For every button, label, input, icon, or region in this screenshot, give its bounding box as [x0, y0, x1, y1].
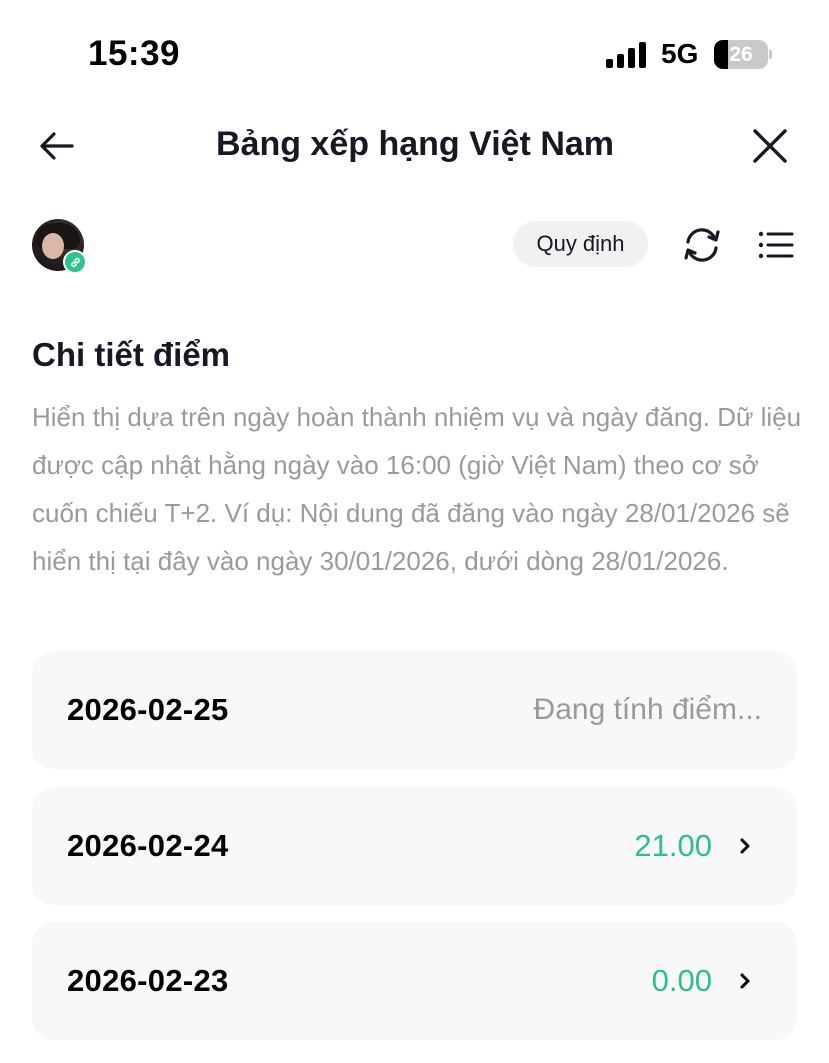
- refresh-button[interactable]: [676, 219, 728, 271]
- close-icon: [753, 129, 787, 163]
- back-button[interactable]: [30, 120, 82, 172]
- battery-level: 26: [729, 43, 753, 66]
- refresh-icon: [684, 228, 720, 262]
- status-time: 15:39: [88, 34, 181, 73]
- row-score: 21.00: [634, 828, 712, 863]
- signal-bars-icon: [606, 42, 648, 68]
- list-menu-icon: [758, 231, 794, 259]
- row-score: 0.00: [651, 963, 712, 998]
- score-row[interactable]: 2026-02-23 0.00: [32, 922, 797, 1040]
- row-date: 2026-02-24: [67, 828, 229, 863]
- chevron-right-icon: [735, 787, 755, 905]
- score-row[interactable]: 2026-02-24 21.00: [32, 787, 797, 905]
- status-bar: 15:39 5G 26: [0, 0, 829, 110]
- row-date: 2026-02-25: [67, 692, 229, 727]
- battery-icon: 26: [714, 40, 772, 69]
- rules-button[interactable]: Quy định: [513, 221, 648, 267]
- section-title: Chi tiết điểm: [32, 336, 231, 373]
- row-date: 2026-02-23: [67, 963, 229, 998]
- network-type: 5G: [661, 38, 699, 69]
- section-description: Hiển thị dựa trên ngày hoàn thành nhiệm …: [32, 402, 802, 576]
- score-row[interactable]: 2026-02-25 Đang tính điểm...: [32, 651, 797, 769]
- link-icon: [70, 257, 80, 267]
- arrow-left-icon: [40, 132, 74, 160]
- chevron-right-icon: [735, 922, 755, 1040]
- close-button[interactable]: [744, 120, 796, 172]
- menu-button[interactable]: [750, 219, 802, 271]
- page-title: Bảng xếp hạng Việt Nam: [215, 125, 615, 163]
- link-badge: [63, 250, 87, 274]
- row-status: Đang tính điểm...: [533, 693, 762, 726]
